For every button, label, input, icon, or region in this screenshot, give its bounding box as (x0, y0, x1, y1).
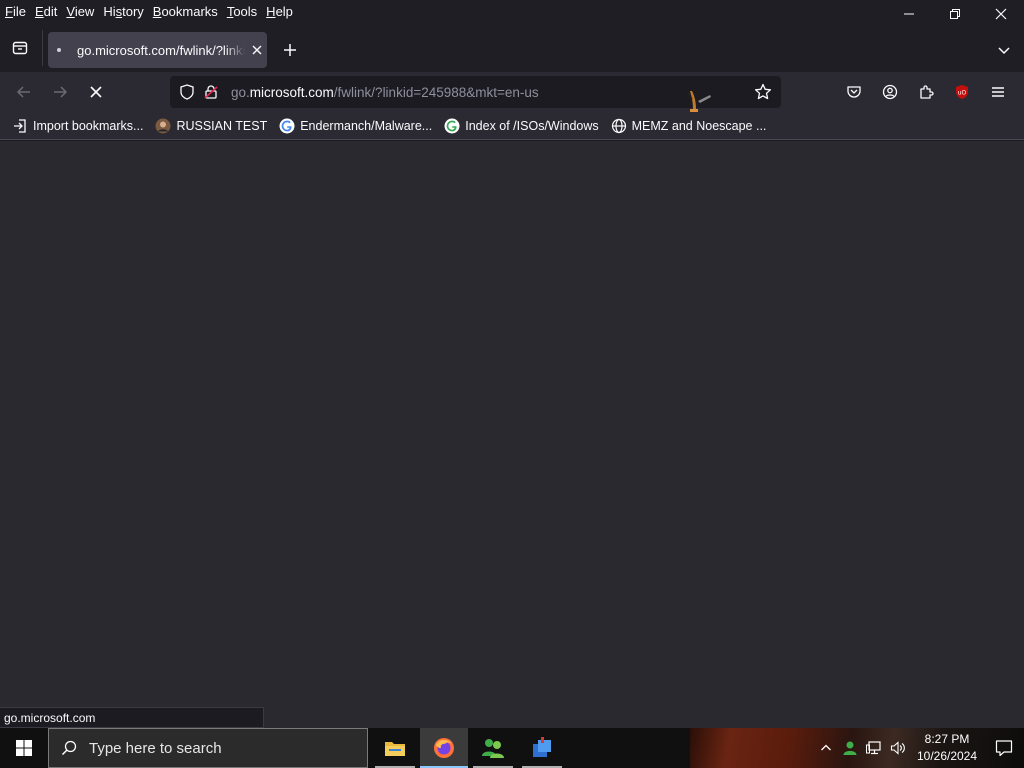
notification-icon (995, 740, 1013, 757)
bookmark-label: RUSSIAN TEST (176, 118, 268, 133)
navigation-toolbar: go.microsoft.com/fwlink/?linkid=245988&m… (0, 72, 1024, 121)
plus-icon (284, 44, 296, 56)
menu-tools[interactable]: Tools (222, 2, 261, 22)
menu-history[interactable]: History (98, 2, 147, 22)
account-button[interactable] (872, 78, 908, 106)
taskbar-firefox[interactable] (420, 728, 468, 768)
people-icon (482, 739, 504, 758)
firefox-view-icon (12, 41, 28, 55)
bookmark-endermanch-malware[interactable]: Endermanch/Malware... (275, 114, 436, 138)
search-icon (49, 728, 89, 768)
bookmark-index-of-isos[interactable]: Index of /ISOs/Windows (440, 114, 602, 138)
puzzle-icon (920, 85, 934, 99)
bookmark-memz-noescape[interactable]: MEMZ and Noescape ... (607, 114, 771, 138)
menu-file[interactable]: File (0, 2, 30, 22)
google-icon (279, 118, 295, 134)
start-button[interactable] (0, 728, 48, 768)
minimize-icon (904, 13, 914, 15)
ublock-origin-button[interactable]: uO (944, 78, 980, 106)
clock-time: 8:27 PM (924, 732, 970, 746)
url-path: /fwlink/?linkid=245988&mkt=en-us (333, 84, 539, 100)
url-bar[interactable]: go.microsoft.com/fwlink/?linkid=245988&m… (170, 76, 781, 121)
tray-network[interactable] (862, 728, 886, 768)
hamburger-menu-icon (992, 87, 1004, 97)
star-icon (754, 83, 772, 100)
pocket-icon (847, 86, 861, 98)
pocket-button[interactable] (836, 78, 872, 106)
url-host: microsoft.com (249, 84, 334, 100)
bookmark-import[interactable]: Import bookmarks... (8, 114, 147, 138)
bookmark-label: Index of /ISOs/Windows (465, 118, 599, 133)
menu-help[interactable]: Help (261, 2, 297, 22)
url-prefix: go. (231, 84, 250, 100)
globe-icon (611, 118, 627, 134)
search-placeholder: Type here to search (89, 739, 222, 757)
forward-button[interactable] (46, 78, 74, 106)
bookmark-label: Import bookmarks... (33, 118, 144, 133)
clock-date: 10/26/2024 (916, 749, 978, 763)
account-icon (882, 84, 898, 100)
stop-icon (90, 86, 102, 98)
restore-icon (950, 9, 960, 19)
tray-user-app[interactable] (838, 728, 862, 768)
bookmark-label: MEMZ and Noescape ... (631, 118, 767, 133)
bookmarks-toolbar: Import bookmarks... RUSSIAN TEST Enderma… (0, 112, 1024, 140)
speaker-icon (890, 741, 905, 755)
application-icon (533, 737, 551, 757)
list-all-tabs-button[interactable] (990, 36, 1018, 64)
chevron-up-icon (821, 744, 831, 751)
show-hidden-icons-button[interactable] (814, 728, 838, 768)
app-menu-button[interactable] (980, 78, 1016, 106)
page-content[interactable] (0, 141, 1024, 728)
chevron-down-icon (998, 47, 1010, 55)
svg-text:uO: uO (958, 90, 967, 97)
menu-bookmarks[interactable]: Bookmarks (148, 2, 222, 22)
network-icon (866, 741, 881, 755)
bookmark-russian-test[interactable]: RUSSIAN TEST (151, 114, 271, 138)
close-icon (995, 8, 1007, 20)
avatar-icon (155, 118, 171, 134)
taskbar-file-explorer[interactable] (371, 728, 419, 768)
bookmark-label: Endermanch/Malware... (300, 118, 433, 133)
system-tray: 8:27 PM 10/26/2024 (814, 728, 1024, 768)
firefox-icon (434, 738, 454, 758)
taskbar-people-app[interactable] (469, 728, 517, 768)
tab-strip: go.microsoft.com/fwlink/?linkid=245988&m… (0, 24, 1024, 72)
status-panel: go.microsoft.com (0, 707, 264, 728)
menu-view[interactable]: View (61, 2, 98, 22)
tracking-protection-shield-icon[interactable] (175, 80, 199, 104)
windows-taskbar: Type here to search 8:27 PM 10/26/2024 (0, 728, 1024, 768)
action-center-button[interactable] (984, 728, 1024, 768)
folder-icon (385, 742, 405, 756)
insecure-lock-icon[interactable] (199, 80, 223, 104)
loading-dot-icon (57, 48, 61, 52)
ublock-shield-icon: uO (956, 85, 968, 99)
tab-separator (42, 30, 43, 66)
close-icon (252, 45, 262, 55)
stop-button[interactable] (82, 78, 110, 106)
tab-close-button[interactable] (247, 40, 267, 60)
menu-edit[interactable]: Edit (30, 2, 61, 22)
toolbar-right: uO (836, 78, 1016, 106)
google-icon (444, 118, 460, 134)
arrow-right-icon (54, 86, 68, 98)
arrow-left-icon (16, 86, 30, 98)
bookmark-star-button[interactable] (751, 80, 775, 104)
tab-title: go.microsoft.com/fwlink/?linkid=245988&m… (77, 42, 245, 58)
firefox-view-button[interactable] (6, 34, 34, 62)
url-text: go.microsoft.com/fwlink/?linkid=245988&m… (231, 85, 539, 100)
windows-logo-icon (16, 740, 32, 756)
tray-volume[interactable] (886, 728, 910, 768)
tab-active[interactable]: go.microsoft.com/fwlink/?linkid=245988&m… (48, 32, 267, 68)
new-tab-button[interactable] (276, 36, 304, 64)
menu-bar: File Edit View History Bookmarks Tools H… (0, 0, 1024, 24)
extensions-button[interactable] (908, 78, 944, 106)
user-green-icon (843, 741, 857, 755)
import-icon (12, 118, 28, 134)
taskbar-app-icon[interactable] (518, 728, 566, 768)
taskbar-clock[interactable]: 8:27 PM 10/26/2024 (910, 731, 984, 765)
back-button[interactable] (10, 78, 38, 106)
taskbar-search[interactable]: Type here to search (48, 728, 368, 768)
